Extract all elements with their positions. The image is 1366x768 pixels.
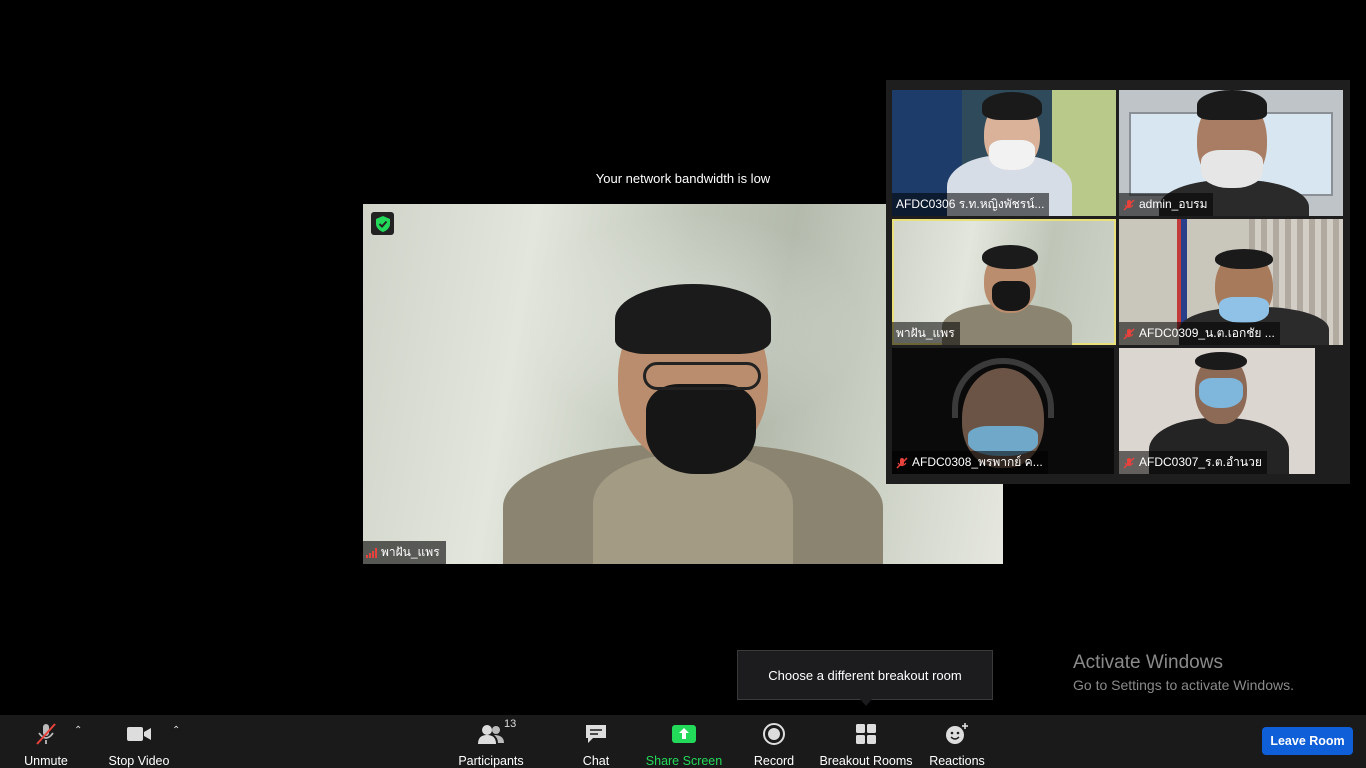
participant-name-label: พาฝัน_แพร: [892, 322, 960, 345]
watermark-title: Activate Windows: [1073, 652, 1223, 673]
participant-tile[interactable]: AFDC0308_พรพากย์ ค...: [892, 348, 1114, 474]
watermark-subtitle: Go to Settings to activate Windows.: [1073, 677, 1294, 693]
stop-video-button[interactable]: Stop Video: [106, 715, 172, 768]
main-speaker-name: พาฝัน_แพร: [381, 545, 440, 559]
muted-mic-icon: [1123, 327, 1135, 340]
muted-mic-icon: [896, 456, 908, 469]
participant-tile[interactable]: AFDC0307_ร.ต.อำนวย: [1119, 348, 1315, 474]
meeting-toolbar: Unmute ⌃ Stop Video ⌃ 13 Participants Ch…: [0, 715, 1366, 768]
unmute-button[interactable]: Unmute: [18, 715, 74, 768]
leave-room-button[interactable]: Leave Room: [1262, 727, 1353, 755]
share-screen-button[interactable]: Share Screen: [646, 715, 722, 768]
encryption-shield-icon[interactable]: [371, 212, 394, 235]
reactions-button[interactable]: Reactions: [928, 715, 986, 768]
participant-tile[interactable]: AFDC0309_น.ต.เอกชัย ...: [1119, 219, 1343, 345]
video-camera-icon: [126, 721, 152, 747]
participant-name-label: AFDC0308_พรพากย์ ค...: [892, 451, 1048, 474]
record-icon: [762, 721, 786, 747]
breakout-room-tooltip: Choose a different breakout room: [737, 650, 993, 706]
chat-button[interactable]: Chat: [576, 715, 616, 768]
participants-button[interactable]: 13 Participants: [456, 715, 526, 768]
participant-name-label: AFDC0307_ร.ต.อำนวย: [1119, 451, 1267, 474]
chat-bubble-icon: [584, 721, 608, 747]
participant-tile[interactable]: admin_อบรม: [1119, 90, 1343, 216]
audio-options-caret-icon[interactable]: ⌃: [74, 725, 82, 736]
muted-mic-icon: [1123, 198, 1135, 211]
breakout-rooms-button[interactable]: Breakout Rooms: [819, 715, 913, 768]
participant-name-label: AFDC0306 ร.ท.หญิงพัชรน์...: [892, 193, 1050, 216]
participant-tile[interactable]: AFDC0306 ร.ท.หญิงพัชรน์...: [892, 90, 1116, 216]
network-signal-icon: [366, 547, 377, 558]
gallery-panel: AFDC0306 ร.ท.หญิงพัชรน์... admin_อบรม พา…: [886, 80, 1350, 484]
participant-name-label: admin_อบรม: [1119, 193, 1213, 216]
muted-mic-icon: [1123, 456, 1135, 469]
participant-tile-active[interactable]: พาฝัน_แพร: [892, 219, 1116, 345]
activate-windows-watermark: Activate Windows Go to Settings to activ…: [1073, 652, 1294, 693]
participant-name-label: AFDC0309_น.ต.เอกชัย ...: [1119, 322, 1280, 345]
participants-count: 13: [504, 718, 517, 730]
breakout-rooms-grid-icon: [854, 721, 878, 747]
video-options-caret-icon[interactable]: ⌃: [172, 725, 180, 736]
main-speaker-name-label: พาฝัน_แพร: [363, 541, 446, 564]
share-screen-icon: [671, 721, 697, 747]
reactions-smiley-icon: [944, 721, 970, 747]
participants-icon: 13: [477, 718, 516, 747]
muted-mic-icon: [33, 721, 59, 747]
record-button[interactable]: Record: [752, 715, 796, 768]
